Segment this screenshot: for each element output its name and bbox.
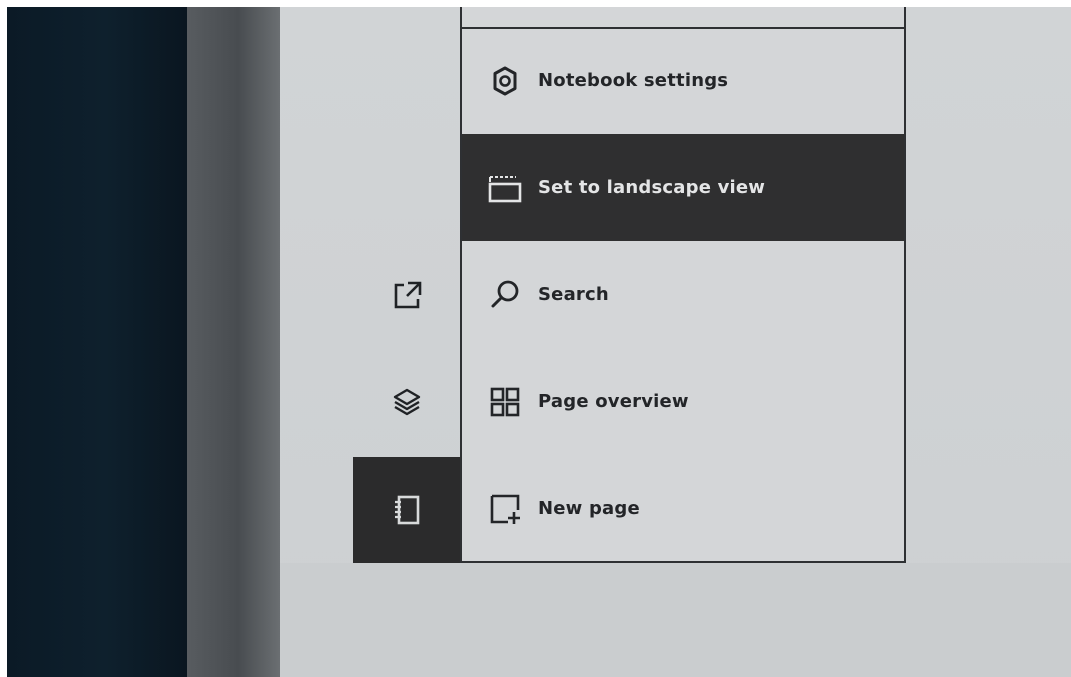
search-icon [486, 276, 524, 314]
export-button[interactable] [353, 243, 460, 349]
menu-item-label: Search [538, 284, 609, 305]
layers-icon [393, 388, 420, 416]
menu-top-divider [462, 7, 904, 29]
export-icon [394, 281, 421, 309]
menu-item-search[interactable]: Search [462, 241, 904, 348]
menu-item-page-overview[interactable]: Page overview [462, 348, 904, 455]
gear-icon [486, 62, 524, 100]
menu-item-landscape-view[interactable]: Set to landscape view [462, 134, 904, 241]
notebook-button[interactable] [353, 457, 460, 563]
screen-lower-area [280, 563, 1071, 677]
device-bezel-edge [187, 7, 280, 677]
landscape-icon [486, 169, 524, 207]
notebook-menu: Notebook settings Set to landscape view … [460, 7, 906, 563]
menu-item-notebook-settings[interactable]: Notebook settings [462, 27, 904, 134]
new-page-icon [486, 490, 524, 528]
layers-button[interactable] [353, 349, 460, 455]
grid-icon [486, 383, 524, 421]
menu-item-label: Notebook settings [538, 70, 729, 91]
device-bezel-dark [7, 7, 187, 677]
menu-item-label: Set to landscape view [538, 177, 766, 198]
menu-item-label: Page overview [538, 391, 689, 412]
notebook-icon [394, 495, 419, 525]
menu-item-new-page[interactable]: New page [462, 455, 904, 562]
menu-item-label: New page [538, 498, 640, 519]
